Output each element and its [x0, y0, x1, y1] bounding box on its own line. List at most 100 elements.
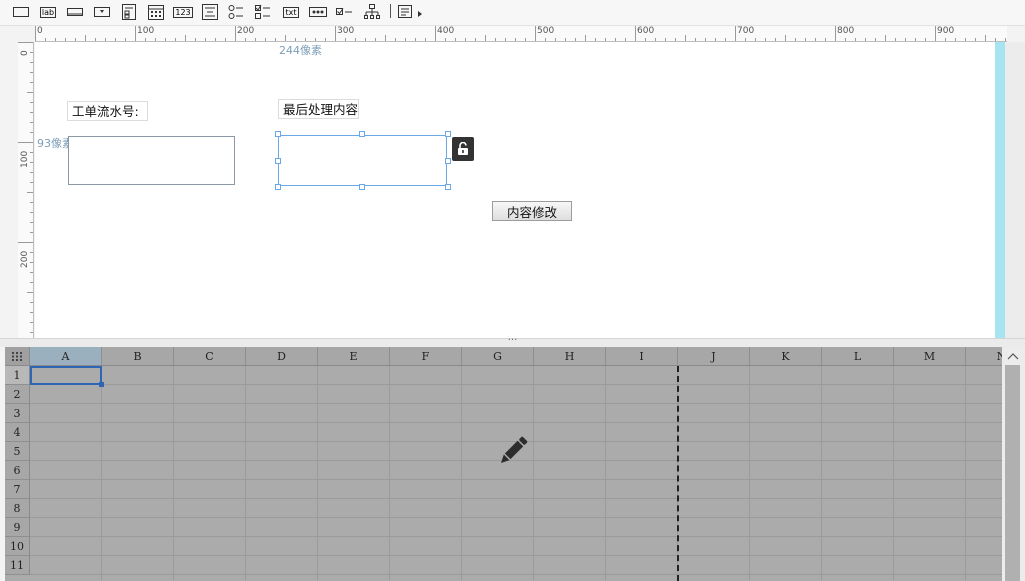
guide-x-label: 244像素	[279, 44, 322, 57]
spreadsheet-grid[interactable]: NMLKJIHGFEDCBA 1234567891011	[5, 347, 1025, 581]
resize-handle-nw[interactable]	[275, 131, 281, 137]
scrollbar-thumb[interactable]	[1005, 365, 1020, 581]
column-header-g[interactable]: G	[462, 347, 534, 366]
ruler-tick	[545, 38, 546, 41]
column-header-k[interactable]: K	[750, 347, 822, 366]
ruler-label: 800	[837, 26, 855, 36]
column-header-l[interactable]: L	[822, 347, 894, 366]
ruler-tick	[365, 38, 366, 41]
row-header-8[interactable]: 8	[5, 499, 30, 518]
number-tool[interactable]: 123	[172, 3, 194, 21]
row-header-3[interactable]: 3	[5, 404, 30, 423]
resize-handle-sw[interactable]	[275, 184, 281, 190]
select-all-corner[interactable]	[5, 347, 30, 366]
ruler-tick	[30, 162, 33, 163]
password-tool[interactable]	[308, 3, 328, 21]
column-header-d[interactable]: D	[246, 347, 318, 366]
calendar-tool[interactable]	[146, 3, 166, 21]
resize-handle-e[interactable]	[445, 158, 451, 164]
ruler-tick	[985, 35, 986, 41]
column-header-j[interactable]: J	[678, 347, 750, 366]
ruler-tick	[385, 35, 386, 41]
ruler-tick	[27, 92, 33, 93]
ruler-tick	[30, 302, 33, 303]
ruler-tick	[525, 38, 526, 41]
ruler-tick	[605, 38, 606, 41]
ruler-tick	[625, 38, 626, 41]
serial-number-field[interactable]	[68, 136, 235, 185]
row-header-5[interactable]: 5	[5, 442, 30, 461]
ruler-tick	[195, 38, 196, 41]
ruler-tick	[225, 38, 226, 41]
ruler-tick	[945, 38, 946, 41]
column-header-e[interactable]: E	[318, 347, 390, 366]
radio-group-icon	[228, 5, 243, 19]
component-toolbar: lab 123 txt	[0, 0, 1025, 26]
selected-cell[interactable]	[30, 366, 102, 385]
textarea-icon	[202, 4, 218, 20]
rectangle-tool[interactable]	[12, 3, 30, 21]
checkbox-tool[interactable]	[335, 3, 353, 21]
ruler-tick	[655, 38, 656, 41]
column-header-h[interactable]: H	[534, 347, 606, 366]
row-header-2[interactable]: 2	[5, 385, 30, 404]
text-tool[interactable]: txt	[281, 3, 301, 21]
row-header-11[interactable]: 11	[5, 556, 30, 575]
ruler-tick	[485, 35, 486, 41]
grid-row-line	[30, 479, 1002, 480]
ruler-tick	[95, 38, 96, 41]
column-header-f[interactable]: F	[390, 347, 462, 366]
dropdown-tool[interactable]	[93, 3, 111, 21]
ruler-tick	[645, 38, 646, 41]
modify-content-button[interactable]: 内容修改	[492, 201, 572, 221]
row-header-4[interactable]: 4	[5, 423, 30, 442]
form-tool[interactable]	[120, 3, 138, 21]
ruler-tick	[565, 38, 566, 41]
column-header-c[interactable]: C	[174, 347, 246, 366]
ruler-tick	[285, 35, 286, 41]
panel-splitter[interactable]: ···	[0, 336, 1025, 347]
ruler-tick	[735, 26, 736, 41]
row-header-6[interactable]: 6	[5, 461, 30, 480]
ruler-tick	[835, 26, 836, 41]
form-icon	[122, 4, 136, 20]
fill-handle[interactable]	[99, 382, 104, 387]
grid-column-line	[965, 366, 966, 581]
row-header-7[interactable]: 7	[5, 480, 30, 499]
tree-tool[interactable]	[362, 3, 382, 21]
lock-toggle-button[interactable]	[452, 137, 474, 161]
more-tools-button[interactable]	[397, 3, 425, 21]
grid-row-line	[30, 536, 1002, 537]
checkbox-group-tool[interactable]	[254, 3, 272, 21]
calendar-icon	[148, 5, 164, 20]
column-header-m[interactable]: M	[894, 347, 966, 366]
label-tool[interactable]: lab	[38, 3, 58, 21]
design-canvas[interactable]: 244像素 93像素 工单流水号: 最后处理内容 内容修改	[35, 42, 995, 338]
last-content-field[interactable]	[278, 135, 447, 186]
password-icon	[309, 7, 327, 17]
textarea-tool[interactable]	[201, 3, 219, 21]
grid-row-line	[30, 555, 1002, 556]
column-header-b[interactable]: B	[102, 347, 174, 366]
resize-handle-w[interactable]	[275, 158, 281, 164]
row-header-1[interactable]: 1	[5, 366, 30, 385]
ruler-tick	[775, 38, 776, 41]
column-header-a[interactable]: A	[30, 347, 102, 366]
resize-handle-se[interactable]	[445, 184, 451, 190]
serial-number-label[interactable]: 工单流水号:	[67, 101, 148, 121]
ruler-tick	[975, 38, 976, 41]
ruler-tick	[135, 26, 136, 41]
row-header-10[interactable]: 10	[5, 537, 30, 556]
last-content-label[interactable]: 最后处理内容	[278, 99, 359, 119]
resize-handle-ne[interactable]	[445, 131, 451, 137]
column-header-i[interactable]: I	[606, 347, 678, 366]
textbox-tool[interactable]	[66, 3, 84, 21]
row-header-9[interactable]: 9	[5, 518, 30, 537]
edit-pencil-icon	[495, 433, 531, 473]
grid-column-line	[389, 366, 390, 581]
ruler-tick	[455, 38, 456, 41]
radio-group-tool[interactable]	[227, 3, 245, 21]
resize-handle-n[interactable]	[359, 131, 365, 137]
ruler-tick	[795, 38, 796, 41]
resize-handle-s[interactable]	[359, 184, 365, 190]
